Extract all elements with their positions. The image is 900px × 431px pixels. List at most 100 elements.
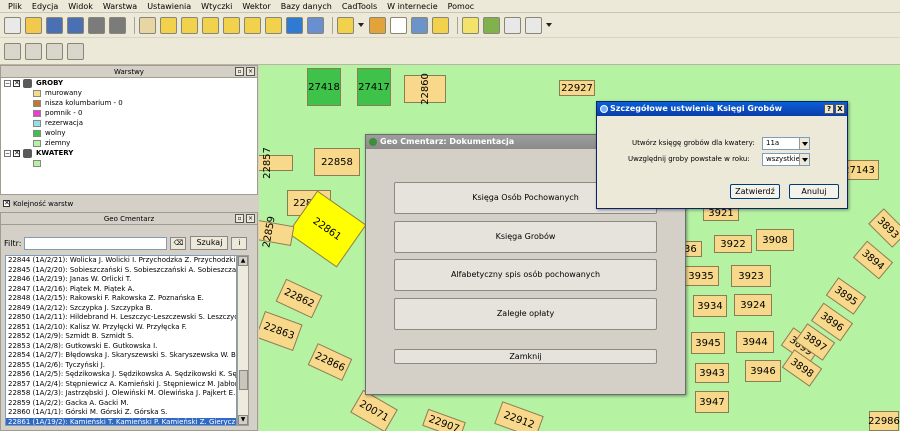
list-item[interactable]: 22852 (1A/2/9): Szmidt B. Szmidt S.: [6, 332, 236, 342]
bookmark-icon[interactable]: [483, 16, 500, 34]
grave-plot[interactable]: 22907: [422, 408, 466, 431]
new-file-icon[interactable]: [4, 16, 21, 34]
close-icon[interactable]: X: [835, 104, 845, 114]
chevron-down-icon[interactable]: [799, 154, 809, 165]
grave-record-list[interactable]: 22844 (1A/2/21): Wolicka J. Wolicki I. P…: [5, 255, 237, 426]
grave-plot[interactable]: 3908: [756, 229, 794, 251]
grave-plot[interactable]: 3893: [868, 208, 900, 248]
grave-plot[interactable]: 22866: [307, 343, 353, 381]
grave-plot[interactable]: 22927: [559, 80, 595, 96]
book-of-graves-button[interactable]: Księga Grobów: [394, 221, 657, 253]
menu-item[interactable]: Ustawienia: [142, 0, 196, 13]
search-button[interactable]: Szukaj: [190, 236, 229, 250]
grave-plot[interactable]: 27418: [307, 68, 341, 106]
chevron-down-icon[interactable]: [799, 138, 809, 149]
chevron-down-icon[interactable]: [358, 23, 364, 27]
info-icon[interactable]: i: [231, 236, 248, 250]
layer-order-checkbox[interactable]: ✕: [3, 200, 10, 207]
list-item[interactable]: 22848 (1A/2/15): Rakowski F. Rakowska Z.…: [6, 294, 236, 304]
clear-filter-icon[interactable]: ⌫: [170, 236, 187, 250]
pan-icon[interactable]: [139, 16, 156, 34]
print-icon[interactable]: [88, 16, 105, 34]
layer-visibility-checkbox[interactable]: ✕: [13, 149, 20, 157]
refresh-icon[interactable]: [286, 16, 303, 34]
zoom-full-icon[interactable]: [202, 16, 219, 34]
grave-plot[interactable]: 3924: [734, 294, 772, 316]
scroll-down-icon[interactable]: ▼: [238, 415, 248, 425]
menu-item[interactable]: Edycja: [27, 0, 63, 13]
node-tool-icon[interactable]: [25, 42, 42, 60]
print-layout-icon[interactable]: [109, 16, 126, 34]
save-as-icon[interactable]: [67, 16, 84, 34]
close-panel-icon[interactable]: ×: [246, 67, 255, 76]
list-item[interactable]: 22856 (1A/2/5): Sędzikowska J. Sędzikows…: [6, 370, 236, 380]
list-item[interactable]: 22853 (1A/2/8): Gutkowski E. Gutkowska I…: [6, 342, 236, 352]
zoom-layer-icon[interactable]: [223, 16, 240, 34]
settings-dialog-titlebar[interactable]: Szczegółowe ustwienia Księgi Grobów ? X: [597, 102, 847, 116]
menu-item[interactable]: Bazy danych: [276, 0, 337, 13]
menu-item[interactable]: W internecie: [382, 0, 443, 13]
grave-plot[interactable]: 3923: [731, 265, 771, 287]
float-panel-icon[interactable]: ▫: [235, 67, 244, 76]
menu-item[interactable]: Wtyczki: [196, 0, 237, 13]
menu-item[interactable]: Plik: [3, 0, 27, 13]
zoom-out-icon[interactable]: [181, 16, 198, 34]
scroll-up-icon[interactable]: ▲: [238, 256, 248, 266]
select-icon[interactable]: [337, 16, 354, 34]
close-button[interactable]: Zamknij: [394, 349, 657, 364]
snap-tool-icon[interactable]: [67, 42, 84, 60]
digitize-icon[interactable]: [4, 42, 21, 60]
overdue-payments-button[interactable]: Zaległe opłaty: [394, 298, 657, 330]
layer-group[interactable]: − ✕ GROBY: [1, 78, 257, 88]
list-item[interactable]: 22859 (1A/2/2): Gacka A. Gacki M.: [6, 399, 236, 409]
field-calc-icon[interactable]: [504, 16, 521, 34]
year-select[interactable]: wszystkie: [762, 153, 810, 166]
chevron-down-icon[interactable]: [546, 23, 552, 27]
list-item[interactable]: 22855 (1A/2/6): Tyczyński J.: [6, 361, 236, 371]
layer-order-toggle[interactable]: ✕ Kolejność warstw: [0, 196, 258, 211]
list-item[interactable]: 22854 (1A/2/7): Błędowska J. Skaryszewsk…: [6, 351, 236, 361]
layer-group[interactable]: − ✕ KWATERY: [1, 148, 257, 158]
grave-plot[interactable]: 3943: [695, 363, 729, 383]
map-tips-icon[interactable]: [462, 16, 479, 34]
grave-plot[interactable]: 22912: [494, 401, 544, 431]
close-panel-icon[interactable]: ×: [246, 214, 255, 223]
kwatera-select[interactable]: 11a: [762, 137, 810, 150]
list-item[interactable]: 22860 (1A/1/1): Górski M. Górski Z. Górs…: [6, 408, 236, 418]
grave-plot[interactable]: 22859: [259, 215, 295, 249]
list-item[interactable]: 22857 (1A/2/4): Stępniewicz A. Kamieński…: [6, 380, 236, 390]
scrollbar-thumb[interactable]: [239, 370, 248, 390]
grave-plot[interactable]: 22857: [259, 147, 293, 179]
list-item[interactable]: 22844 (1A/2/21): Wolicka J. Wolicki I. P…: [6, 256, 236, 266]
grave-plot[interactable]: 22986: [868, 411, 900, 431]
zoom-in-icon[interactable]: [160, 16, 177, 34]
grave-plot[interactable]: 22863: [259, 311, 303, 351]
grave-plot[interactable]: 3944: [736, 331, 774, 353]
float-panel-icon[interactable]: ▫: [235, 214, 244, 223]
attribute-table-icon[interactable]: [390, 16, 407, 34]
grave-plot[interactable]: 3935: [683, 266, 719, 286]
open-icon[interactable]: [25, 16, 42, 34]
edit-tool-icon[interactable]: [46, 42, 63, 60]
help-icon[interactable]: ?: [824, 104, 834, 114]
list-item[interactable]: 22851 (1A/2/10): Kalisz W. Przyłęcki W. …: [6, 323, 236, 333]
zoom-selection-icon[interactable]: [244, 16, 261, 34]
collapse-icon[interactable]: −: [4, 149, 11, 157]
alphabetical-list-button[interactable]: Alfabetyczny spis osób pochowanych: [394, 259, 657, 291]
grave-plot[interactable]: 3922: [714, 235, 752, 253]
list-item[interactable]: 22861 (1A/19/2): Kamieński T. Kamieński …: [6, 417, 236, 425]
collapse-icon[interactable]: −: [4, 79, 11, 87]
list-item[interactable]: 22858 (1A/2/3): Jastrzębski J. Olewiński…: [6, 389, 236, 399]
menu-item[interactable]: Widok: [63, 0, 98, 13]
list-item[interactable]: 22846 (1A/2/19): Janas W. Orlicki T.: [6, 275, 236, 285]
list-item[interactable]: 22845 (1A/2/20): Sobieszczański S. Sobie…: [6, 266, 236, 276]
deselect-icon[interactable]: [369, 16, 386, 34]
list-item[interactable]: 22850 (1A/2/11): Hildebrand H. Leszczyc-…: [6, 313, 236, 323]
annotation-icon[interactable]: [432, 16, 449, 34]
layer-visibility-checkbox[interactable]: ✕: [13, 79, 20, 87]
cancel-button[interactable]: Anuluj: [789, 184, 839, 199]
filter-input[interactable]: [24, 236, 168, 250]
grave-plot[interactable]: 3946: [745, 360, 781, 382]
grave-plot[interactable]: 3894: [852, 240, 894, 280]
label-icon[interactable]: [525, 16, 542, 34]
